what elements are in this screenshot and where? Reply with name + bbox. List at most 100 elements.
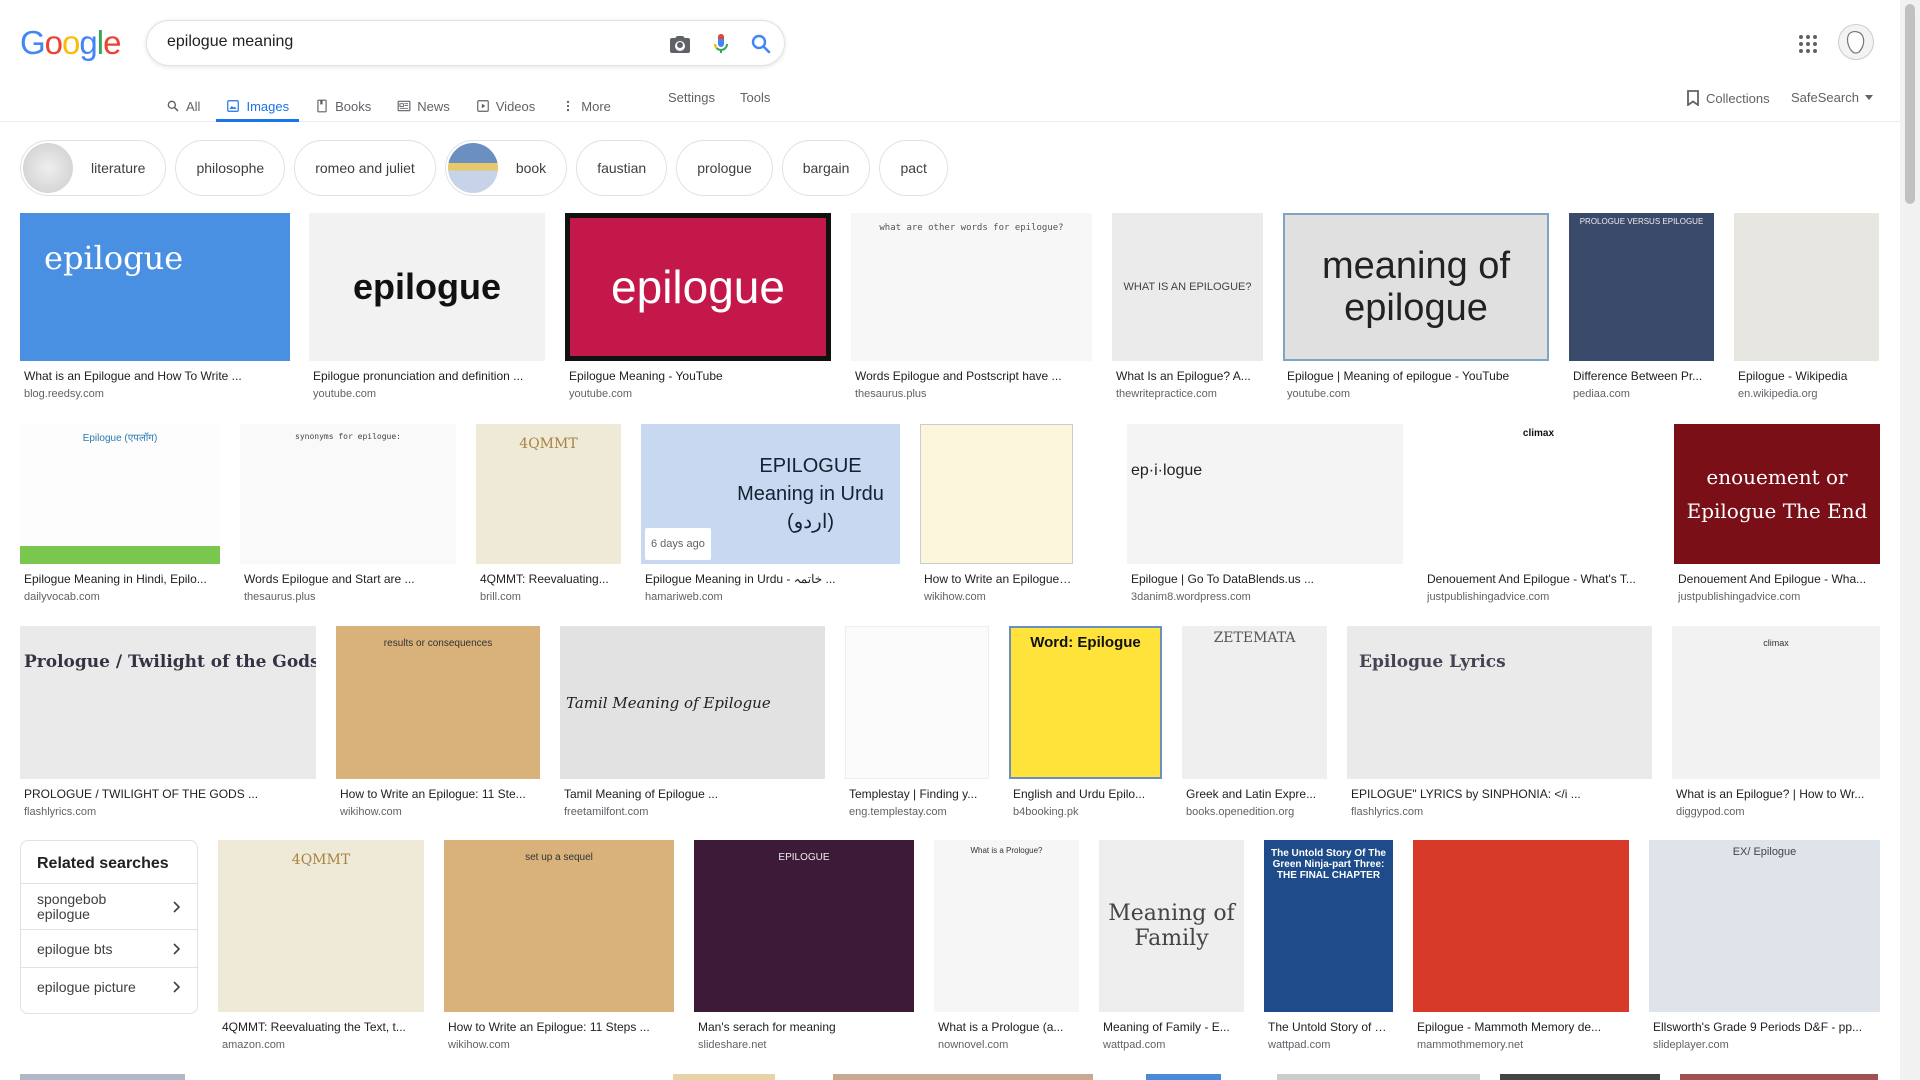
result-title[interactable]: What is a Prologue (a... xyxy=(938,1020,1079,1034)
result-title[interactable]: Ellsworth's Grade 9 Periods D&F - pp... xyxy=(1653,1020,1880,1034)
result-thumbnail[interactable] xyxy=(920,424,1073,564)
camera-icon[interactable] xyxy=(668,32,692,56)
result-thumbnail[interactable]: What is a Prologue? xyxy=(934,840,1079,1012)
result-title[interactable]: Epilogue | Go To DataBlends.us ... xyxy=(1131,572,1403,586)
image-result[interactable]: epilogue Epilogue Meaning - YouTube youtub… xyxy=(565,213,831,409)
result-title[interactable]: The Untold Story of Th... xyxy=(1268,1020,1393,1034)
result-title[interactable]: What Is an Epilogue? A... xyxy=(1116,369,1263,383)
collections-link[interactable]: Collections xyxy=(1686,90,1770,106)
tab-books[interactable]: Books xyxy=(315,88,371,122)
result-title[interactable]: English and Urdu Epilo... xyxy=(1013,787,1162,801)
image-result[interactable]: ZETEMATA Greek and Latin Expre... books.op… xyxy=(1182,626,1327,827)
image-result[interactable]: 4QMMT 4QMMT: Reevaluating the Text, t... a… xyxy=(218,840,424,1060)
result-thumbnail[interactable] xyxy=(1413,840,1629,1012)
result-thumbnail[interactable]: meaning of epilogue xyxy=(1283,213,1549,361)
chip-pact[interactable]: pact xyxy=(879,140,948,196)
result-title[interactable]: Words Epilogue and Postscript have ... xyxy=(855,369,1092,383)
chip-literature[interactable]: literature xyxy=(20,140,167,196)
image-result[interactable]: Meaning of Family Meaning of Family - E..… xyxy=(1099,840,1244,1060)
result-thumbnail[interactable]: what are other words for epilogue? xyxy=(851,213,1092,361)
result-thumbnail[interactable]: Word: Epilogue xyxy=(1009,626,1162,779)
tab-all[interactable]: All xyxy=(166,88,200,122)
result-thumbnail[interactable]: enouement or Epilogue The End xyxy=(1674,424,1880,564)
settings-link[interactable]: Settings xyxy=(668,90,715,105)
image-result[interactable]: climax Denouement And Epilogue - What's T… xyxy=(1423,424,1654,612)
image-result[interactable]: EPILOGUE Man's serach for meaning slidesha… xyxy=(694,840,914,1060)
result-thumbnail[interactable]: Meaning of Family xyxy=(1099,840,1244,1012)
image-result[interactable]: PROLOGUE VERSUS EPILOGUE Difference Betwe… xyxy=(1569,213,1714,409)
search-icon[interactable] xyxy=(749,32,773,56)
google-logo[interactable]: Google xyxy=(20,24,121,62)
result-title[interactable]: Epilogue Meaning - YouTube xyxy=(569,369,831,383)
result-title[interactable]: Greek and Latin Expre... xyxy=(1186,787,1327,801)
result-title[interactable]: Epilogue - Mammoth Memory de... xyxy=(1417,1020,1629,1034)
image-result[interactable]: Tamil Meaning of Epilogue Tamil Meaning o… xyxy=(560,626,825,827)
image-result[interactable]: synonyms for epilogue: Words Epilogue and… xyxy=(240,424,456,612)
result-thumbnail[interactable]: Tamil Meaning of Epilogue xyxy=(560,626,825,779)
search-input[interactable] xyxy=(167,33,637,51)
image-result[interactable]: meaning of epilogue Epilogue | Meaning of… xyxy=(1283,213,1549,409)
image-result[interactable]: ep·i·logue Epilogue | Go To DataBlends.us… xyxy=(1127,424,1403,612)
related-item[interactable]: epilogue bts xyxy=(21,930,197,968)
result-thumbnail[interactable]: results or consequences xyxy=(336,626,540,779)
image-result[interactable]: Epilogue - Mammoth Memory de... mammothme… xyxy=(1413,840,1629,1060)
image-result[interactable]: What is a Prologue? What is a Prologue (a… xyxy=(934,840,1079,1060)
result-title[interactable]: Denouement And Epilogue - Wha... xyxy=(1678,572,1880,586)
result-thumbnail[interactable] xyxy=(1734,213,1879,361)
result-title[interactable]: EPILOGUE" LYRICS by SINPHONIA: </i ... xyxy=(1351,787,1652,801)
result-thumbnail[interactable]: climax xyxy=(1672,626,1880,779)
image-result[interactable]: EPILOGUE Meaning in Urdu (اردو) 6 days ag… xyxy=(641,424,900,612)
image-result[interactable]: 4QMMT 4QMMT: Reevaluating... brill.com xyxy=(476,424,621,612)
result-title[interactable]: Difference Between Pr... xyxy=(1573,369,1714,383)
result-thumbnail[interactable]: ep·i·logue xyxy=(1127,424,1403,564)
image-result[interactable]: Templestay | Finding y... eng.templestay.… xyxy=(845,626,989,827)
image-result[interactable]: The Untold Story Of The Green Ninja-part… xyxy=(1264,840,1393,1060)
image-result[interactable]: enouement or Epilogue The End Denouement … xyxy=(1674,424,1880,612)
result-title[interactable]: PROLOGUE / TWILIGHT OF THE GODS ... xyxy=(24,787,316,801)
result-thumbnail[interactable]: 4QMMT xyxy=(218,840,424,1012)
scrollbar-thumb[interactable] xyxy=(1905,4,1915,204)
tab-more[interactable]: More xyxy=(561,88,611,122)
image-result[interactable]: set up a sequel How to Write an Epilogue:… xyxy=(444,840,674,1060)
result-thumbnail[interactable] xyxy=(845,626,989,779)
result-thumbnail[interactable]: set up a sequel xyxy=(444,840,674,1012)
microphone-icon[interactable] xyxy=(709,32,733,56)
image-result[interactable]: WHAT IS AN EPILOGUE? What Is an Epilogue?… xyxy=(1112,213,1263,409)
result-thumbnail[interactable]: synonyms for epilogue: xyxy=(240,424,456,564)
result-title[interactable]: Epilogue pronunciation and definition ..… xyxy=(313,369,545,383)
result-thumbnail[interactable]: 4QMMT xyxy=(476,424,621,564)
image-result[interactable]: Epilogue (एपलॉग) Epilogue Meaning in Hind… xyxy=(20,424,220,612)
result-thumbnail[interactable]: Prologue / Twilight of the Gods / Epil xyxy=(20,626,316,779)
chip-prologue[interactable]: prologue xyxy=(676,140,773,196)
image-result[interactable]: How to Write an Epilogue: 11 ... wikihow.… xyxy=(920,424,1073,612)
tools-link[interactable]: Tools xyxy=(740,90,770,105)
result-title[interactable]: Epilogue Meaning in Hindi, Epilo... xyxy=(24,572,220,586)
result-title[interactable]: What is an Epilogue and How To Write ... xyxy=(24,369,290,383)
image-result[interactable]: results or consequences How to Write an E… xyxy=(336,626,540,827)
tab-news[interactable]: News xyxy=(397,88,450,122)
image-result[interactable]: epilogue What is an Epilogue and How To W… xyxy=(20,213,290,409)
result-title[interactable]: How to Write an Epilogue: 11 Ste... xyxy=(340,787,540,801)
result-thumbnail[interactable]: EPILOGUE Meaning in Urdu (اردو) 6 days ag… xyxy=(641,424,900,564)
image-result[interactable]: climax What is an Epilogue? | How to Wr..… xyxy=(1672,626,1880,827)
image-result[interactable]: what are other words for epilogue? Words … xyxy=(851,213,1092,409)
result-thumbnail[interactable]: PROLOGUE VERSUS EPILOGUE xyxy=(1569,213,1714,361)
account-avatar[interactable] xyxy=(1838,24,1874,60)
chip-faustian[interactable]: faustian xyxy=(576,140,668,196)
result-thumbnail[interactable]: Epilogue (एपलॉग) xyxy=(20,424,220,564)
image-result[interactable]: epilogue Epilogue pronunciation and defin… xyxy=(309,213,545,409)
chip-romeo-and-juliet[interactable]: romeo and juliet xyxy=(294,140,436,196)
result-thumbnail[interactable]: The Untold Story Of The Green Ninja-part… xyxy=(1264,840,1393,1012)
result-thumbnail[interactable]: epilogue xyxy=(20,213,290,361)
image-result[interactable]: Epilogue - Wikipedia en.wikipedia.org xyxy=(1734,213,1879,409)
result-title[interactable]: Meaning of Family - E... xyxy=(1103,1020,1244,1034)
related-item[interactable]: epilogue picture xyxy=(21,968,197,1006)
result-title[interactable]: How to Write an Epilogue: 11 Steps ... xyxy=(448,1020,674,1034)
tab-images[interactable]: Images xyxy=(216,88,299,122)
related-item[interactable]: spongebob epilogue xyxy=(21,884,197,930)
result-thumbnail[interactable]: ZETEMATA xyxy=(1182,626,1327,779)
safesearch-dropdown[interactable]: SafeSearch xyxy=(1791,90,1873,105)
result-thumbnail[interactable]: EPILOGUE xyxy=(694,840,914,1012)
tab-videos[interactable]: Videos xyxy=(476,88,535,122)
result-thumbnail[interactable]: climax xyxy=(1423,424,1654,564)
